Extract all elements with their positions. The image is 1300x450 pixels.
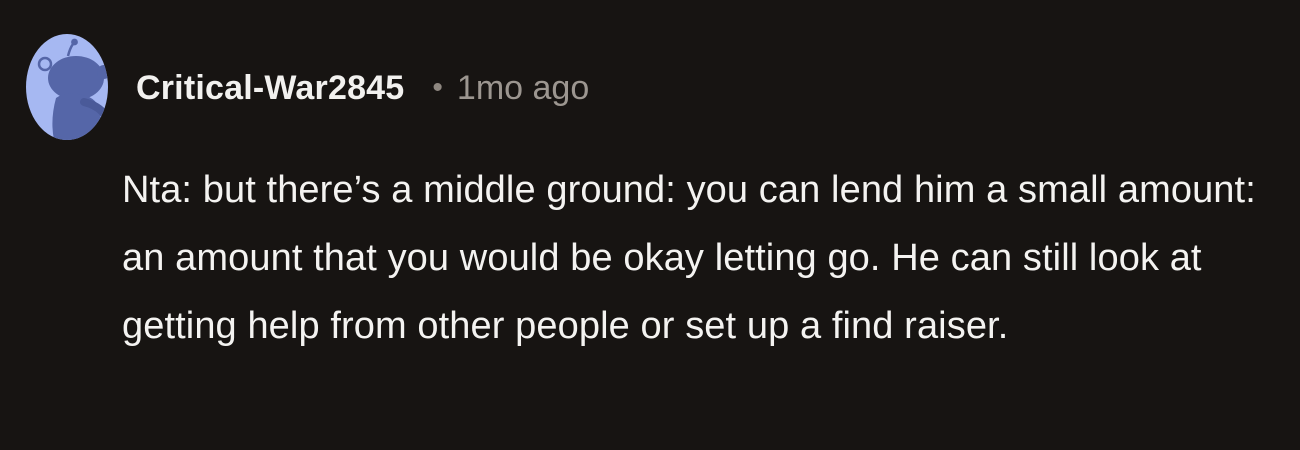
avatar[interactable] xyxy=(26,34,108,140)
comment-body: Nta: but there’s a middle ground: you ca… xyxy=(122,156,1282,360)
comment: Critical-War2845 • 1mo ago Nta: but ther… xyxy=(0,0,1300,450)
timestamp-link[interactable]: 1mo ago xyxy=(457,69,589,108)
meta-separator: • xyxy=(432,71,443,104)
default-snoo-avatar-icon xyxy=(26,34,108,140)
comment-meta: Critical-War2845 • 1mo ago xyxy=(136,66,589,110)
username-link[interactable]: Critical-War2845 xyxy=(136,69,404,108)
comment-text: Nta: but there’s a middle ground: you ca… xyxy=(122,169,1256,347)
